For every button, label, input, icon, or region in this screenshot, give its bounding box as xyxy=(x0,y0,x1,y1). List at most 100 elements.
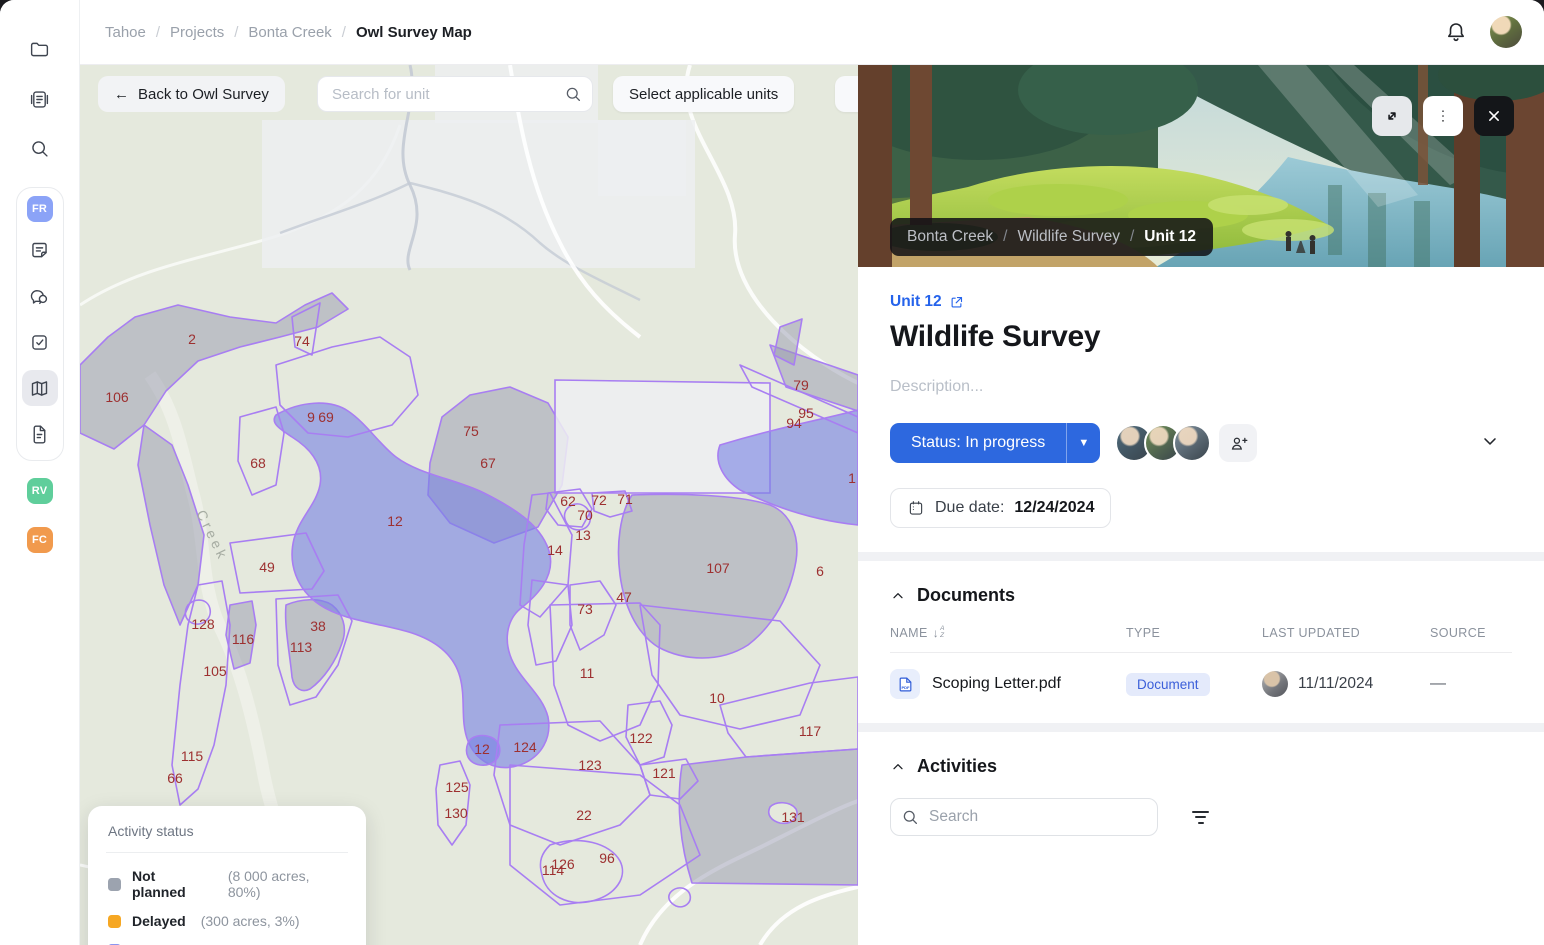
map-unit-label[interactable]: 123 xyxy=(578,757,601,773)
activities-section-header[interactable]: Activities xyxy=(890,756,1512,777)
col-type[interactable]: TYPE xyxy=(1126,626,1262,640)
map-unit-label[interactable]: 73 xyxy=(577,601,593,617)
breadcrumb-separator: / xyxy=(234,24,238,41)
unit-search-input[interactable] xyxy=(317,76,593,112)
back-to-owl-survey-button[interactable]: ← Back to Owl Survey xyxy=(98,76,285,112)
map-unit-label[interactable]: 131 xyxy=(781,809,804,825)
map-unit-label[interactable]: 96 xyxy=(599,850,615,866)
owl-survey-map[interactable]: Creek 2741069697568677995946272717013121… xyxy=(80,65,858,945)
map-unit-label[interactable]: 14 xyxy=(547,542,563,558)
due-date-button[interactable]: Due date: 12/24/2024 xyxy=(890,488,1111,528)
breadcrumb-item[interactable]: Bonta Creek xyxy=(907,228,993,246)
table-row[interactable]: PDFScoping Letter.pdfDocument11/11/2024— xyxy=(890,653,1512,715)
map-unit-label[interactable]: 70 xyxy=(577,507,593,523)
breadcrumb-item[interactable]: Bonta Creek xyxy=(248,24,331,41)
map-icon[interactable] xyxy=(22,370,58,406)
legend-swatch xyxy=(108,878,121,891)
journal-icon[interactable] xyxy=(22,81,58,117)
chevron-up-icon xyxy=(890,759,906,775)
status-caret-button[interactable]: ▼ xyxy=(1066,423,1100,463)
close-panel-button[interactable] xyxy=(1474,96,1514,136)
col-last-updated[interactable]: LAST UPDATED xyxy=(1262,626,1430,640)
breadcrumb-item[interactable]: Projects xyxy=(170,24,224,41)
user-avatar[interactable] xyxy=(1490,16,1522,48)
map-unit-label[interactable]: 106 xyxy=(105,389,128,405)
description-field[interactable]: Description... xyxy=(890,378,1512,396)
breadcrumb-separator: / xyxy=(1003,228,1007,246)
map-unit-label[interactable]: 2 xyxy=(188,331,196,347)
assignee-avatars[interactable] xyxy=(1115,424,1211,462)
map-unit-label[interactable]: 49 xyxy=(259,559,275,575)
workspace-avatar-fr[interactable]: FR xyxy=(27,196,53,222)
map-unit-label[interactable]: 79 xyxy=(793,377,809,393)
breadcrumb-item[interactable]: Wildlife Survey xyxy=(1017,228,1120,246)
notes-icon[interactable] xyxy=(22,232,58,268)
map-unit-label[interactable]: 38 xyxy=(310,618,326,634)
map-unit-label[interactable]: 72 xyxy=(591,492,607,508)
add-assignee-button[interactable] xyxy=(1219,424,1257,462)
map-unit-label[interactable]: 9 xyxy=(307,409,315,425)
map-unit-label[interactable]: 22 xyxy=(576,807,592,823)
map-unit-label[interactable]: 66 xyxy=(167,770,183,786)
search-icon[interactable] xyxy=(22,130,58,166)
activities-search-input[interactable] xyxy=(890,798,1158,836)
col-name[interactable]: NAME↓AZ xyxy=(890,626,1126,640)
map-unit-label[interactable]: 6 xyxy=(816,563,824,579)
map-unit-label[interactable]: 105 xyxy=(203,663,226,679)
chat-icon[interactable] xyxy=(22,278,58,314)
breadcrumb-item[interactable]: Owl Survey Map xyxy=(356,24,472,41)
legend-detail: (300 acres, 3%) xyxy=(201,913,300,929)
map-unit-label[interactable]: 124 xyxy=(513,739,536,755)
status-button[interactable]: Status: In progress xyxy=(890,423,1066,463)
map-action-button-partial[interactable] xyxy=(835,76,858,112)
map-unit-label[interactable]: 71 xyxy=(617,491,633,507)
document-updated-cell: 11/11/2024 xyxy=(1262,671,1430,697)
breadcrumb-item[interactable]: Tahoe xyxy=(105,24,146,41)
collapse-panel-chevron[interactable] xyxy=(1480,431,1500,456)
map-unit-label[interactable]: 114 xyxy=(542,862,564,878)
map-unit-label[interactable]: 117 xyxy=(799,723,821,739)
workspace-avatar-fc[interactable]: FC xyxy=(27,527,53,553)
map-unit-label[interactable]: 10 xyxy=(709,690,725,706)
breadcrumb-item[interactable]: Unit 12 xyxy=(1144,228,1196,246)
assignee-avatar xyxy=(1173,424,1211,462)
map-unit-label[interactable]: 11 xyxy=(580,665,595,681)
map-unit-label[interactable]: 125 xyxy=(445,779,468,795)
map-unit-label[interactable]: 113 xyxy=(290,639,312,655)
map-unit-label[interactable]: 116 xyxy=(232,631,254,647)
workspace-avatar-rv[interactable]: RV xyxy=(27,478,53,504)
unit-link[interactable]: Unit 12 xyxy=(890,293,964,311)
map-unit-label[interactable]: 1 xyxy=(848,470,856,486)
map-unit-label[interactable]: 67 xyxy=(480,455,496,471)
tasks-icon[interactable] xyxy=(22,324,58,360)
select-applicable-units-button[interactable]: Select applicable units xyxy=(613,76,794,112)
map-unit-label[interactable]: 75 xyxy=(463,423,479,439)
map-unit-label[interactable]: 94 xyxy=(786,415,802,431)
documents-section-header[interactable]: Documents xyxy=(890,585,1512,606)
notifications-bell-icon[interactable] xyxy=(1444,20,1468,44)
document-icon[interactable] xyxy=(22,416,58,452)
map-unit-label[interactable]: 128 xyxy=(191,616,214,632)
filter-icon[interactable] xyxy=(1188,807,1213,828)
map-unit-label[interactable]: 130 xyxy=(444,805,467,821)
panel-body: Unit 12 Wildlife Survey Description... S… xyxy=(858,267,1544,836)
map-unit-label[interactable]: 74 xyxy=(294,333,310,349)
projects-folder-icon[interactable] xyxy=(22,31,58,67)
expand-button[interactable] xyxy=(1372,96,1412,136)
more-options-button[interactable] xyxy=(1423,96,1463,136)
col-source[interactable]: SOURCE xyxy=(1430,626,1512,640)
map-unit-label[interactable]: 121 xyxy=(652,765,675,781)
select-units-label: Select applicable units xyxy=(629,86,778,103)
due-date-value: 12/24/2024 xyxy=(1014,499,1094,517)
map-unit-label[interactable]: 12 xyxy=(474,741,490,757)
unit-link-label: Unit 12 xyxy=(890,293,942,311)
map-unit-label[interactable]: 12 xyxy=(387,513,403,529)
map-unit-label[interactable]: 107 xyxy=(706,560,729,576)
map-unit-label[interactable]: 62 xyxy=(560,493,576,509)
map-unit-label[interactable]: 122 xyxy=(629,730,652,746)
map-unit-label[interactable]: 13 xyxy=(575,527,591,543)
map-unit-label[interactable]: 69 xyxy=(318,409,334,425)
map-unit-label[interactable]: 115 xyxy=(181,748,203,764)
map-unit-label[interactable]: 47 xyxy=(616,589,632,605)
map-unit-label[interactable]: 68 xyxy=(250,455,266,471)
